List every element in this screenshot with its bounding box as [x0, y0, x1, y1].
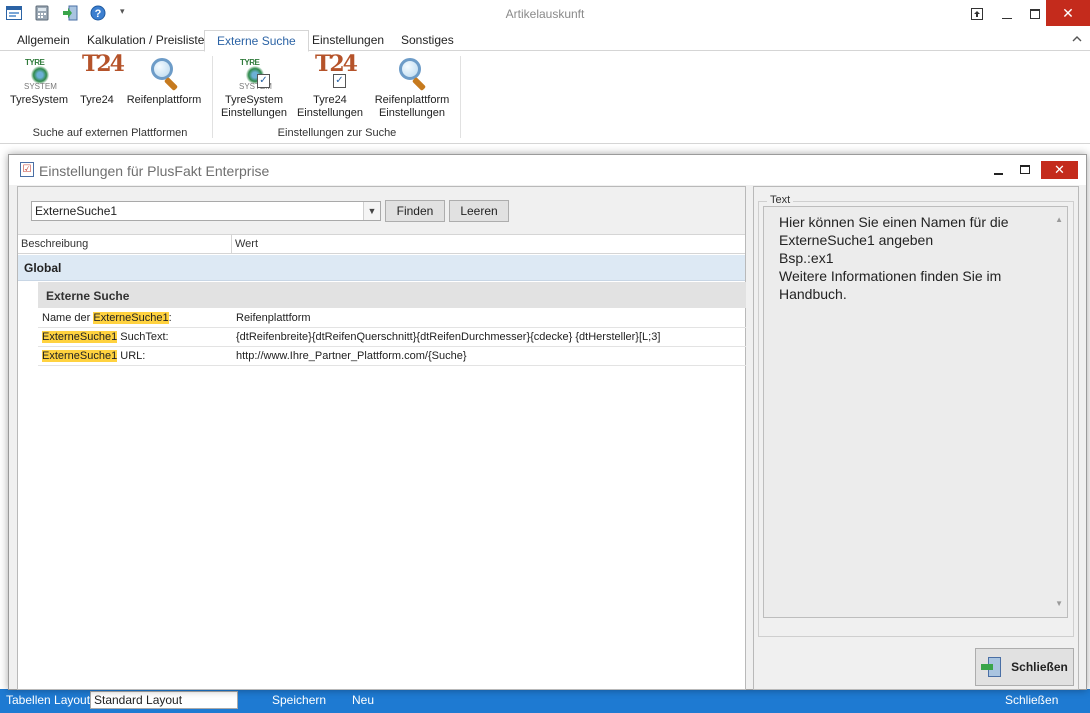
tyre24-label: Tyre24	[80, 94, 114, 106]
description-line: Handbuch.	[779, 286, 847, 302]
group-row-global[interactable]: Global	[18, 255, 745, 281]
description-line: Hier können Sie einen Namen für die	[779, 214, 1009, 230]
reifenplattform-settings-label-2: Einstellungen	[378, 107, 446, 119]
row-value[interactable]: http://www.Ihre_Partner_Plattform.com/{S…	[236, 350, 467, 362]
description-textbox[interactable]: Hier können Sie einen Namen für die Exte…	[763, 206, 1068, 618]
row-description: ExterneSuche1 SuchText:	[42, 331, 169, 343]
column-header-beschreibung[interactable]: Beschreibung	[21, 238, 88, 250]
table-row[interactable]: ExterneSuche1 URL: http://www.Ihre_Partn…	[38, 347, 746, 366]
description-line: ExterneSuche1 angeben	[779, 232, 934, 248]
reifenplattform-button[interactable]: Reifenplattform	[124, 56, 204, 107]
tyresystem-button[interactable]: TYRE SYSTEM TyreSystem	[8, 56, 70, 107]
tyresystem-settings-label-1: TyreSystem	[224, 94, 284, 106]
tyresystem-settings-button[interactable]: TYRE SYSTEM ✓ TyreSystem Einstellungen	[219, 56, 289, 120]
tyre24-settings-label-2: Einstellungen	[296, 107, 364, 119]
settings-grid-panel: ▼ Finden Leeren Beschreibung Wert Global…	[17, 186, 746, 690]
ribbon-group-separator	[460, 56, 461, 138]
description-line: Weitere Informationen finden Sie im	[779, 268, 1002, 284]
row-value[interactable]: Reifenplattform	[236, 312, 311, 324]
layout-label: Tabellen Layout:	[6, 693, 94, 707]
close-dialog-button[interactable]: Schließen	[975, 648, 1074, 686]
window-close-button[interactable]: ✕	[1046, 0, 1090, 26]
restore-ribbon-icon[interactable]	[962, 0, 992, 28]
tyresystem-settings-label-2: Einstellungen	[220, 107, 288, 119]
tab-allgemein[interactable]: Allgemein	[5, 30, 82, 51]
description-line: Bsp.:ex1	[779, 250, 834, 266]
search-combobox[interactable]: ▼	[31, 201, 381, 221]
reifenplattform-settings-label-1: Reifenplattform	[374, 94, 450, 106]
status-bar: Tabellen Layout: Standard Layout Speiche…	[0, 689, 1090, 713]
tyre24-settings-label-1: Tyre24	[313, 94, 347, 106]
column-header-wert[interactable]: Wert	[235, 238, 258, 250]
search-highlight: ExterneSuche1	[93, 312, 169, 324]
clear-button[interactable]: Leeren	[449, 200, 509, 222]
search-highlight: ExterneSuche1	[42, 331, 118, 343]
close-dialog-label: Schließen	[1011, 660, 1068, 674]
search-highlight: ExterneSuche1	[42, 350, 118, 362]
group-row-externe-suche[interactable]: Externe Suche	[38, 282, 746, 308]
row-value[interactable]: {dtReifenbreite}{dtReifenQuerschnitt}{dt…	[236, 331, 660, 343]
dialog-close-button[interactable]: ✕	[1041, 161, 1078, 179]
tab-kalkulation[interactable]: Kalkulation / Preisliste	[75, 30, 216, 51]
description-panel: Text Hier können Sie einen Namen für die…	[753, 186, 1079, 690]
exit-door-icon	[981, 656, 1003, 678]
new-layout-button[interactable]: Neu	[352, 693, 374, 707]
table-row[interactable]: ExterneSuche1 SuchText: {dtReifenbreite}…	[38, 328, 746, 347]
ribbon-group-separator	[212, 56, 213, 138]
table-row[interactable]: Name der ExterneSuche1: Reifenplattform	[38, 309, 746, 328]
search-bar: ▼ Finden Leeren	[18, 187, 745, 235]
tab-einstellungen[interactable]: Einstellungen	[300, 30, 396, 51]
dialog-title-bar: ☑ Einstellungen für PlusFakt Enterprise …	[9, 155, 1086, 185]
column-divider[interactable]	[231, 235, 232, 254]
ribbon-panel: TYRE SYSTEM TyreSystem T24 Tyre24 Reifen…	[0, 52, 1090, 144]
save-layout-button[interactable]: Speichern	[272, 693, 326, 707]
row-description: Name der ExterneSuche1:	[42, 312, 172, 324]
tyresystem-settings-icon: TYRE SYSTEM ✓	[239, 58, 272, 91]
main-title-bar: ? ▾ Artikelauskunft ✕	[0, 0, 1090, 28]
settings-dialog-icon: ☑	[20, 162, 34, 177]
group-label-suche: Suche auf externen Plattformen	[32, 127, 188, 139]
statusbar-close-button[interactable]: Schließen	[1005, 693, 1058, 707]
scroll-down-icon[interactable]: ▼	[1055, 595, 1063, 613]
tyre24-button[interactable]: T24 Tyre24	[76, 51, 125, 107]
window-title: Artikelauskunft	[505, 7, 585, 21]
magnifier-settings-icon	[395, 56, 429, 92]
grid-header: Beschreibung Wert	[18, 235, 745, 254]
group-label-einstellungen: Einstellungen zur Suche	[277, 127, 397, 139]
reifenplattform-settings-button[interactable]: Reifenplattform Einstellungen	[371, 56, 453, 120]
layout-select[interactable]: Standard Layout	[90, 691, 238, 709]
tyresystem-label: TyreSystem	[9, 94, 69, 106]
search-input[interactable]	[32, 202, 362, 220]
ribbon-tabs: Allgemein Kalkulation / Preisliste Exter…	[0, 30, 1090, 52]
settings-dialog: ☑ Einstellungen für PlusFakt Enterprise …	[8, 154, 1087, 690]
tyresystem-icon: TYRE SYSTEM	[24, 58, 57, 91]
tyre24-icon: T24	[82, 51, 125, 77]
tab-sonstiges[interactable]: Sonstiges	[389, 30, 466, 51]
tyre24-settings-icon: T24 ✓	[315, 51, 358, 88]
magnifier-icon	[147, 56, 181, 92]
dialog-title: Einstellungen für PlusFakt Enterprise	[39, 163, 270, 179]
text-groupbox-label: Text	[767, 194, 794, 206]
ribbon-collapse-icon[interactable]	[1072, 33, 1082, 45]
chevron-down-icon[interactable]: ▼	[363, 202, 380, 220]
tab-externe-suche[interactable]: Externe Suche	[204, 30, 309, 52]
minimize-button[interactable]	[992, 1, 1022, 29]
find-button[interactable]: Finden	[385, 200, 445, 222]
dialog-maximize-button[interactable]	[1010, 160, 1040, 180]
reifenplattform-label: Reifenplattform	[126, 94, 202, 106]
row-description: ExterneSuche1 URL:	[42, 350, 146, 362]
scroll-up-icon[interactable]: ▲	[1055, 211, 1063, 229]
tyre24-settings-button[interactable]: T24 ✓ Tyre24 Einstellungen	[295, 51, 365, 120]
